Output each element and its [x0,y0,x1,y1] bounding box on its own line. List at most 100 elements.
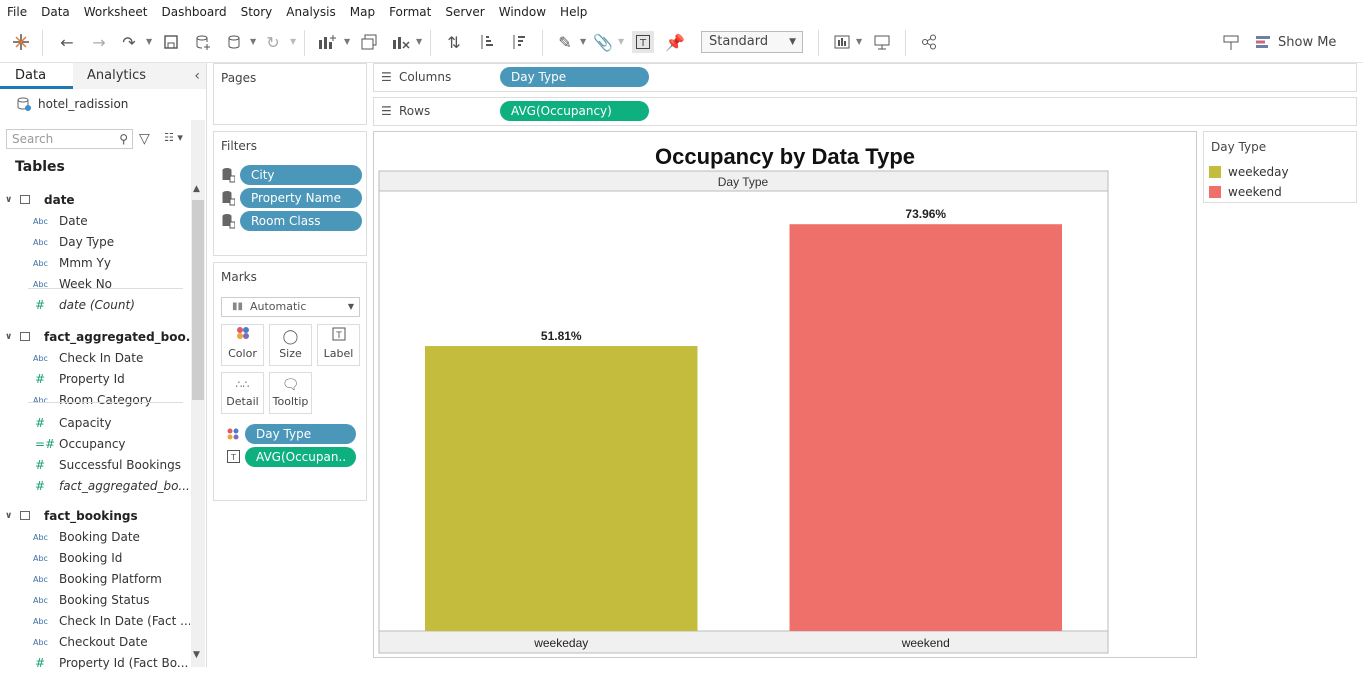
marks-pill-day-type[interactable]: Day Type [245,424,356,444]
new-datasource-icon[interactable] [192,31,214,53]
scrollbar-thumb[interactable] [192,200,204,400]
menu-window[interactable]: Window [492,0,553,24]
dimension-icon: Abc [33,280,48,289]
field-item[interactable]: Abc Check In Date (Fact ... [0,611,190,632]
refresh-icon[interactable]: ↻ [262,31,284,53]
tableau-logo-icon[interactable] [10,31,32,53]
menu-story[interactable]: Story [234,0,280,24]
menu-server[interactable]: Server [438,0,491,24]
field-item[interactable]: Abc Booking Date [0,527,190,548]
chevron-down-icon: ▼ [789,37,796,47]
legend-swatch [1209,186,1221,198]
fix-axes-icon[interactable]: 📌 [664,31,686,53]
detail-button[interactable]: ∴∴ Detail [221,372,264,414]
table-header[interactable]: ∨ fact_bookings [0,506,190,527]
new-worksheet-icon[interactable] [316,31,338,53]
marks-card: Marks ▮▮ Automatic ▼ Color ◯ Size T Labe… [213,262,367,501]
field-item[interactable]: Abc Date [0,211,190,232]
field-item[interactable]: Abc Mmm Yy [0,253,190,274]
color-button[interactable]: Color [221,324,264,366]
field-item[interactable]: # Property Id (Fact Bo... [0,653,190,674]
rows-pill-avg-occupancy[interactable]: AVG(Occupancy) [500,101,649,121]
clear-sheet-icon[interactable] [390,31,412,53]
view-options-icon[interactable]: ☷ ▾ [164,131,183,144]
field-item[interactable]: Abc Day Type [0,232,190,253]
menu-map[interactable]: Map [343,0,382,24]
undo-icon[interactable]: ← [56,31,78,53]
menu-format[interactable]: Format [382,0,438,24]
columns-pill-day-type[interactable]: Day Type [500,67,649,87]
table-icon [20,511,30,520]
redo-icon[interactable]: → [88,31,110,53]
chevron-down-icon[interactable]: ∨ [5,327,12,348]
sort-descending-icon[interactable] [508,31,530,53]
datasource-row[interactable]: hotel_radission [16,96,128,112]
field-item[interactable]: Abc Checkout Date [0,632,190,653]
bar-weekeday [425,346,698,631]
menu-analysis[interactable]: Analysis [279,0,342,24]
duplicate-sheet-icon[interactable] [358,31,380,53]
collapse-pane-icon[interactable]: ‹ [194,63,200,89]
chevron-down-icon[interactable]: ∨ [5,190,12,211]
fit-select[interactable]: Standard ▼ [701,31,803,53]
scroll-down-icon[interactable]: ▼ [193,650,200,660]
field-item[interactable]: # Successful Bookings [0,455,190,476]
field-item[interactable]: # fact_aggregated_bo... [0,476,190,497]
tab-data[interactable]: Data [0,63,73,89]
swap-rows-columns-icon[interactable]: ⇅ [443,31,465,53]
sort-ascending-icon[interactable] [476,31,498,53]
field-item[interactable]: Abc Booking Platform [0,569,190,590]
field-item[interactable]: Abc Booking Status [0,590,190,611]
field-item[interactable]: # Capacity [0,413,190,434]
pause-datasource-icon[interactable] [224,31,246,53]
filters-card[interactable]: Filters City Property Name Room Class [213,131,367,256]
table-header[interactable]: ∨ fact_aggregated_boo... [0,327,199,348]
tooltip-button[interactable]: 🗨 Tooltip [269,372,312,414]
tables-label: Tables [15,159,65,175]
measure-icon: # [35,372,46,386]
menu-worksheet[interactable]: Worksheet [77,0,155,24]
field-item[interactable]: Abc Booking Id [0,548,190,569]
filter-pill[interactable]: City [240,165,362,185]
size-button[interactable]: ◯ Size [269,324,312,366]
columns-shelf[interactable]: ☰ Columns Day Type [373,63,1357,92]
field-item[interactable]: Abc Room Category [0,390,190,411]
field-item[interactable]: Abc Check In Date [0,348,190,369]
field-item[interactable]: =# Occupancy [0,434,190,455]
rows-shelf[interactable]: ☰ Rows AVG(Occupancy) [373,97,1357,126]
field-name: Capacity [59,416,112,430]
filter-pill[interactable]: Room Class [240,211,362,231]
replay-icon[interactable]: ↷ [118,31,140,53]
menu-data[interactable]: Data [34,0,77,24]
group-members-icon[interactable]: 📎 [592,31,614,53]
save-icon[interactable] [160,31,182,53]
highlight-icon[interactable]: ✎ [554,31,576,53]
search-input[interactable]: Search ⚲ [6,129,133,149]
legend-item[interactable]: weekend [1209,184,1282,200]
marks-pill-avg-occupancy[interactable]: AVG(Occupan.. [245,447,356,467]
field-item[interactable]: # Property Id [0,369,190,390]
tab-analytics[interactable]: Analytics ‹ [73,63,206,89]
scroll-up-icon[interactable]: ▲ [193,184,200,194]
table-header[interactable]: ∨ date [0,190,190,211]
pages-card[interactable]: Pages [213,63,367,125]
legend-item[interactable]: weekeday [1209,164,1289,180]
menu-help[interactable]: Help [553,0,594,24]
share-icon[interactable] [918,31,940,53]
label-button[interactable]: T Label [317,324,360,366]
filter-icon[interactable]: ▽ [139,131,150,147]
filter-pill[interactable]: Property Name [240,188,362,208]
show-cards-icon[interactable] [832,31,854,53]
mark-type-select[interactable]: ▮▮ Automatic ▼ [221,297,360,317]
field-item[interactable]: Abc Week No [0,274,190,295]
menu-file[interactable]: File [0,0,34,24]
tooltip-sign-icon[interactable] [1220,31,1242,53]
presentation-mode-icon[interactable] [871,31,893,53]
show-me-button[interactable]: Show Me [1256,31,1336,53]
dimension-icon: Abc [33,617,48,626]
chevron-down-icon[interactable]: ∨ [5,506,12,527]
show-mark-labels-icon[interactable]: T [632,31,654,53]
field-item[interactable]: # date (Count) [0,295,190,316]
measure-icon: # [35,298,46,312]
menu-dashboard[interactable]: Dashboard [154,0,233,24]
